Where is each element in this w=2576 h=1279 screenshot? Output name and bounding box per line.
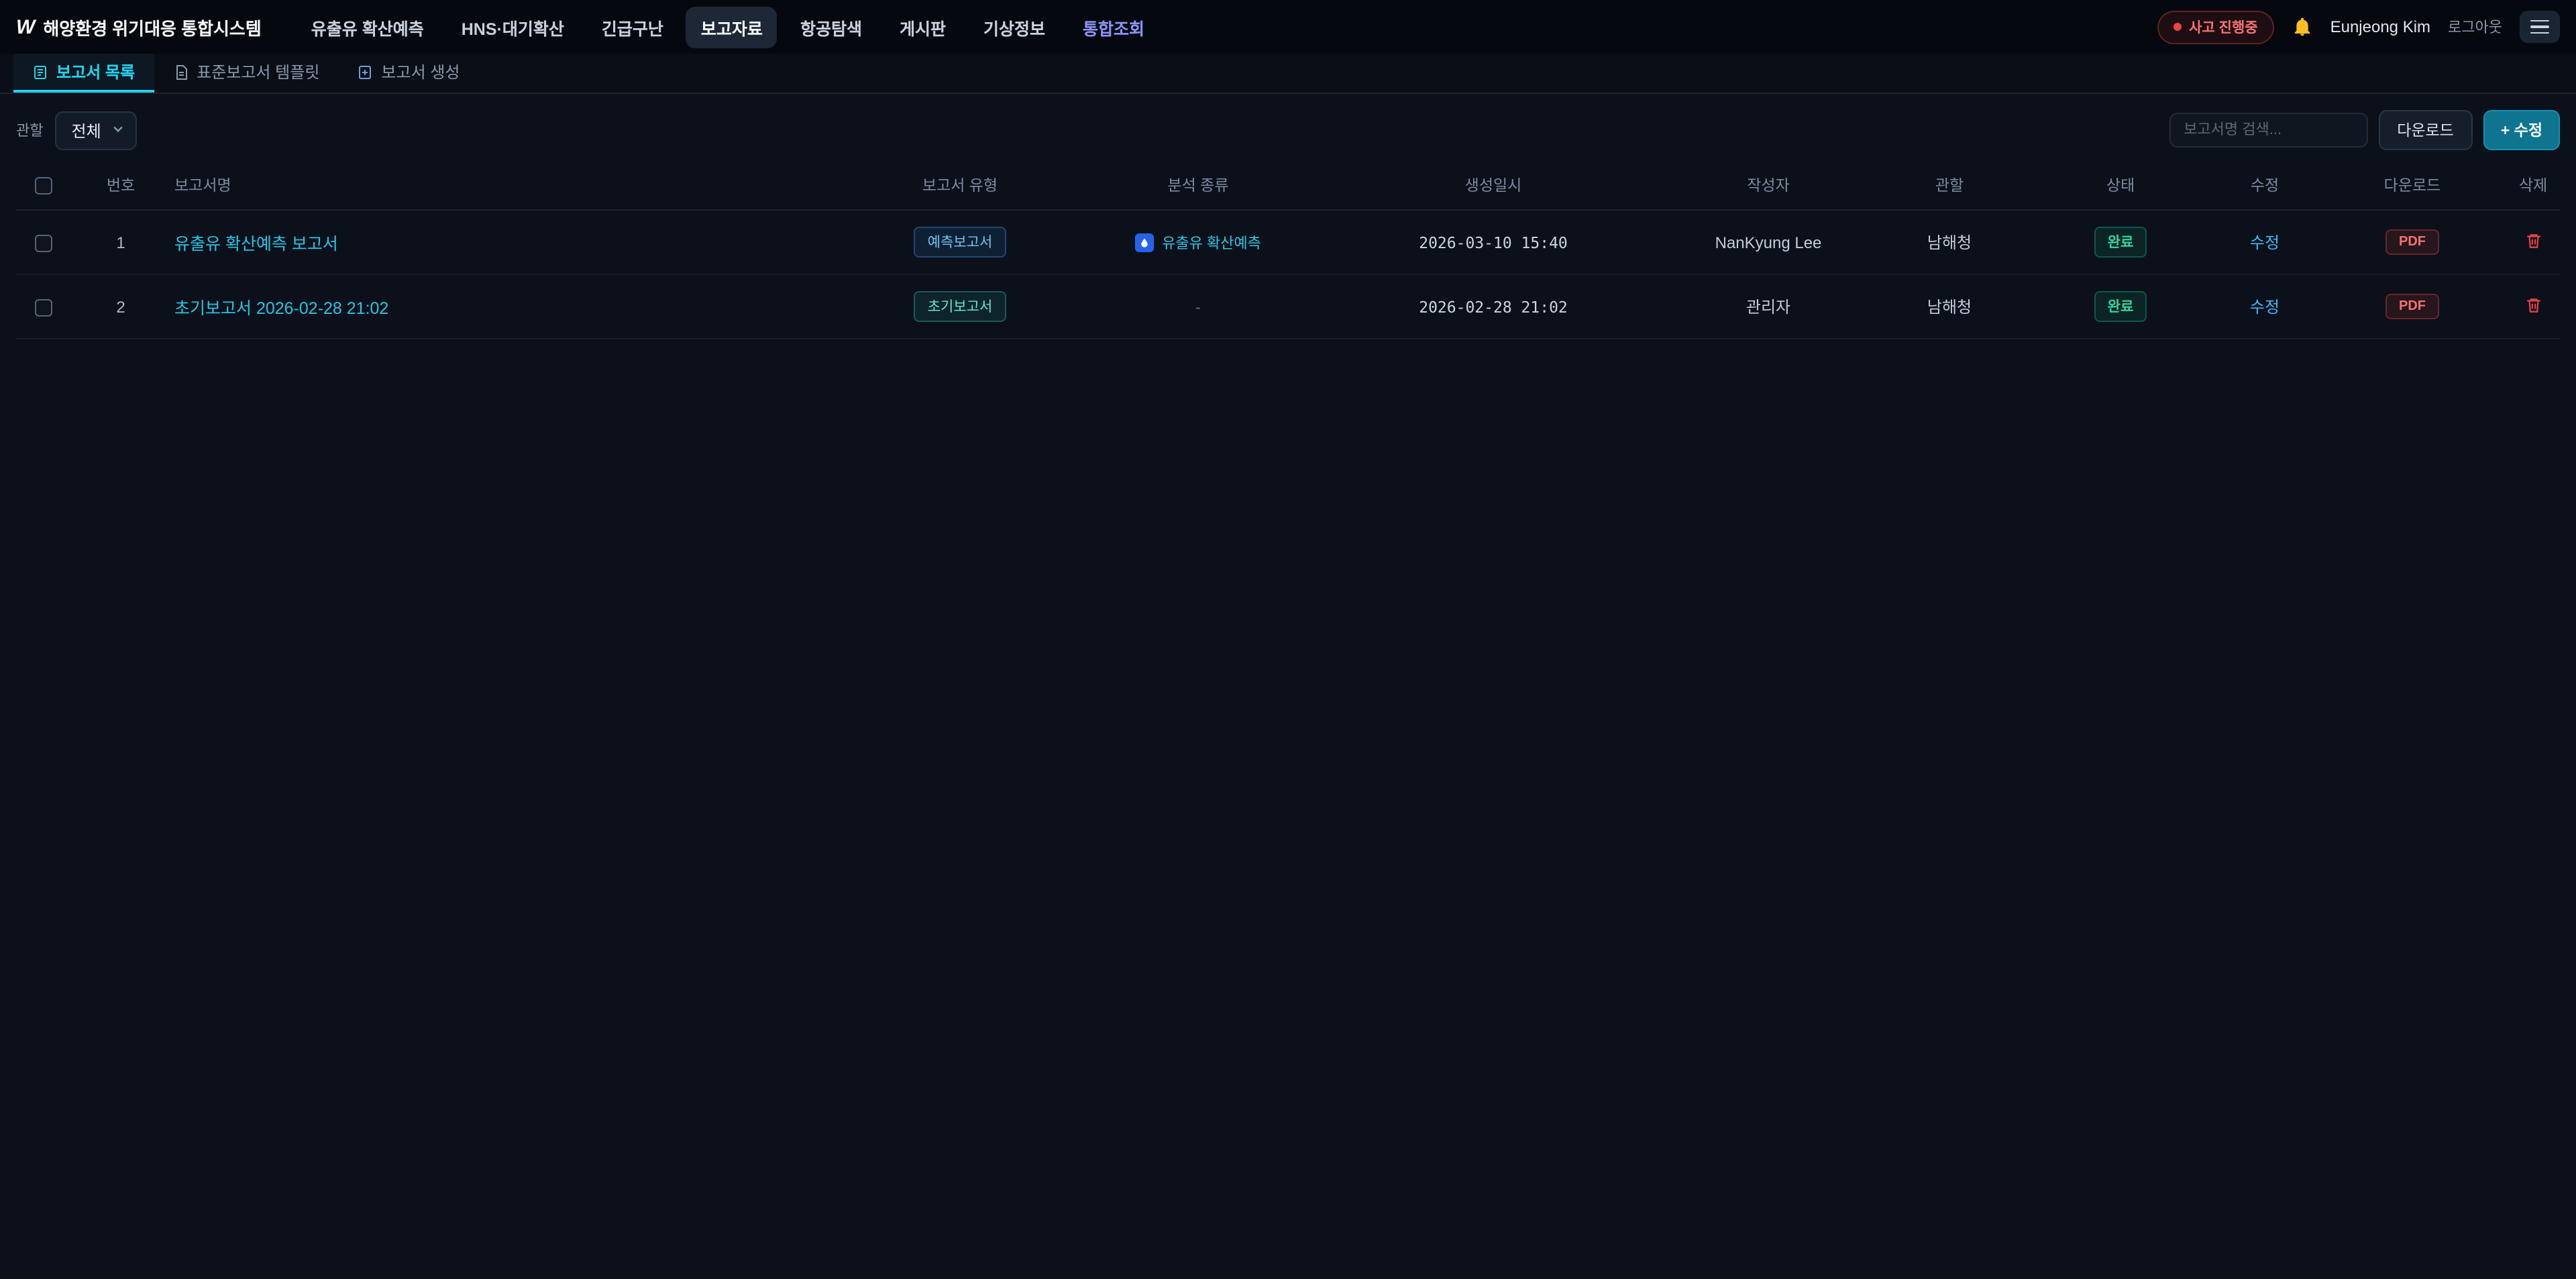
header-created-at: 생성일시 [1319, 164, 1668, 210]
notification-bell-icon[interactable] [2292, 16, 2313, 38]
nav-item-reports[interactable]: 보고자료 [686, 6, 777, 48]
incident-badge-label: 사고 진행중 [2189, 17, 2257, 37]
row-checkbox[interactable] [34, 234, 52, 252]
report-search-input[interactable] [2169, 113, 2367, 148]
nav-item-bulletin-board[interactable]: 게시판 [885, 6, 961, 48]
select-all-checkbox[interactable] [34, 176, 52, 194]
logo-icon: W [16, 15, 34, 38]
created-at: 2026-02-28 21:02 [1419, 297, 1568, 316]
template-icon [172, 64, 189, 80]
filterbar: 관할 전체 다운로드 + 수정 [0, 94, 2576, 164]
header-analysis-type: 분석 종류 [1077, 164, 1319, 210]
report-name-link[interactable]: 유출유 확산예측 보고서 [174, 235, 338, 254]
header-download: 다운로드 [2318, 164, 2506, 210]
status-badge: 완료 [2094, 227, 2147, 258]
delete-trash-icon[interactable] [2524, 296, 2542, 317]
status-badge: 완료 [2094, 291, 2147, 322]
table-row: 1 유출유 확산예측 보고서 예측보고서 유출유 확산예측 2026-03-10… [16, 210, 2560, 274]
jurisdiction-select-value: 전체 [72, 119, 101, 142]
user-name: Eunjeong Kim [2330, 17, 2430, 36]
report-list-icon [32, 64, 48, 80]
jurisdiction-filter-label: 관할 [16, 119, 44, 141]
header-no: 번호 [70, 164, 172, 210]
header-edit: 수정 [2211, 164, 2318, 210]
row-checkbox[interactable] [34, 298, 52, 316]
jurisdiction-select[interactable]: 전체 [56, 111, 138, 150]
tab-standard-template[interactable]: 표준보고서 템플릿 [154, 54, 338, 93]
tab-create-report-label: 보고서 생성 [381, 60, 460, 83]
report-table: 번호 보고서명 보고서 유형 분석 종류 생성일시 작성자 관할 상태 수정 다… [16, 164, 2560, 339]
delete-trash-icon[interactable] [2524, 231, 2542, 253]
oil-spill-icon [1135, 233, 1154, 252]
edit-link[interactable]: 수정 [2250, 233, 2279, 252]
app-logo[interactable]: W 해양환경 위기대응 통합시스템 [16, 14, 262, 40]
app-window: W 해양환경 위기대응 통합시스템 유출유 확산예측 HNS·대기확산 긴급구난… [0, 0, 2576, 1279]
table-row: 2 초기보고서 2026-02-28 21:02 초기보고서 - 2026-02… [16, 274, 2560, 339]
report-name-link[interactable]: 초기보고서 2026-02-28 21:02 [174, 299, 388, 318]
nav-item-hns-air-diffusion[interactable]: HNS·대기확산 [447, 6, 579, 48]
edit-button[interactable]: + 수정 [2483, 110, 2560, 150]
author: NanKyung Lee [1668, 210, 1869, 274]
edit-link[interactable]: 수정 [2250, 298, 2279, 317]
pdf-download-button[interactable]: PDF [2385, 294, 2439, 319]
analysis-type-label: 유출유 확산예측 [1162, 231, 1261, 253]
report-table-container: 번호 보고서명 보고서 유형 분석 종류 생성일시 작성자 관할 상태 수정 다… [0, 164, 2576, 1279]
header-report-name: 보고서명 [172, 164, 843, 210]
tab-report-list-label: 보고서 목록 [56, 60, 135, 83]
incident-status-badge: 사고 진행중 [2157, 10, 2273, 44]
filter-actions: 다운로드 + 수정 [2169, 110, 2560, 150]
header-jurisdiction: 관할 [1869, 164, 2030, 210]
logout-link[interactable]: 로그아웃 [2448, 16, 2502, 38]
app-title: 해양환경 위기대응 통합시스템 [43, 14, 261, 40]
analysis-type-cell: 유출유 확산예측 [1135, 231, 1261, 253]
topbar-right: 사고 진행중 Eunjeong Kim 로그아웃 [2157, 10, 2560, 44]
jurisdiction: 남해청 [1869, 210, 2030, 274]
nav-item-aerial-search[interactable]: 항공탐색 [786, 6, 877, 48]
nav-item-integrated-search[interactable]: 통합조회 [1068, 6, 1159, 48]
chevron-down-icon [112, 121, 125, 140]
row-number: 1 [70, 210, 172, 274]
created-at: 2026-03-10 15:40 [1419, 233, 1568, 252]
incident-dot-icon [2173, 23, 2181, 31]
row-number: 2 [70, 274, 172, 339]
header-author: 작성자 [1668, 164, 1869, 210]
author: 관리자 [1668, 274, 1869, 339]
header-status: 상태 [2030, 164, 2211, 210]
create-report-icon [357, 64, 373, 80]
tab-create-report[interactable]: 보고서 생성 [338, 54, 478, 93]
tab-standard-template-label: 표준보고서 템플릿 [197, 60, 319, 83]
tab-report-list[interactable]: 보고서 목록 [13, 54, 154, 93]
nav-item-emergency-rescue[interactable]: 긴급구난 [587, 6, 678, 48]
header-report-type: 보고서 유형 [843, 164, 1077, 210]
analysis-type-cell: - [1195, 297, 1201, 316]
jurisdiction: 남해청 [1869, 274, 2030, 339]
header-delete: 삭제 [2506, 164, 2560, 210]
hamburger-menu-button[interactable] [2520, 11, 2560, 43]
download-button[interactable]: 다운로드 [2378, 110, 2473, 150]
pdf-download-button[interactable]: PDF [2385, 229, 2439, 255]
main-nav: 유출유 확산예측 HNS·대기확산 긴급구난 보고자료 항공탐색 게시판 기상정… [297, 6, 1159, 48]
report-type-badge: 예측보고서 [914, 227, 1006, 258]
table-header-row: 번호 보고서명 보고서 유형 분석 종류 생성일시 작성자 관할 상태 수정 다… [16, 164, 2560, 210]
topbar: W 해양환경 위기대응 통합시스템 유출유 확산예측 HNS·대기확산 긴급구난… [0, 0, 2576, 54]
report-type-badge: 초기보고서 [914, 291, 1006, 322]
nav-item-weather-info[interactable]: 기상정보 [969, 6, 1060, 48]
report-tabbar: 보고서 목록 표준보고서 템플릿 보고서 생성 [0, 54, 2576, 94]
nav-item-oil-spill-prediction[interactable]: 유출유 확산예측 [297, 6, 439, 48]
